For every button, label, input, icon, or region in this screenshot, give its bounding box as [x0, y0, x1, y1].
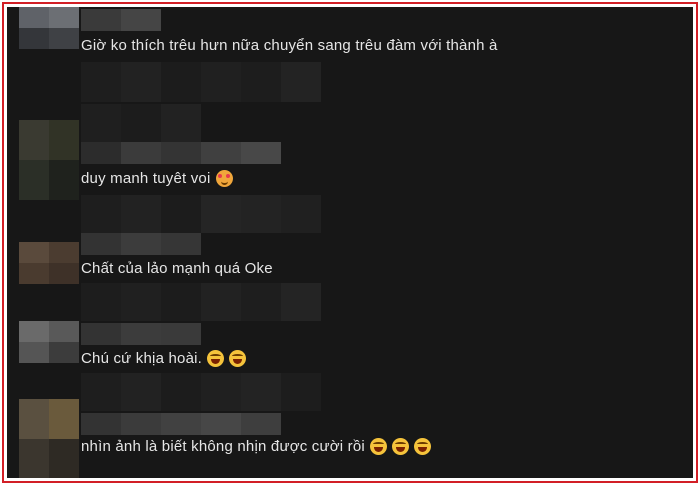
- blurred-username: [81, 323, 201, 345]
- comment-text: duy manh tuyêt voi: [81, 170, 233, 187]
- laughing-face-icon: [369, 438, 387, 455]
- avatar[interactable]: [19, 7, 79, 49]
- screenshot-frame: Giờ ko thích trêu hưn nữa chuyển sang tr…: [2, 2, 698, 483]
- blurred-username: [81, 142, 281, 164]
- comment-text: Giờ ko thích trêu hưn nữa chuyển sang tr…: [81, 37, 498, 54]
- blurred-content: [81, 195, 321, 233]
- laughing-face-icon: [207, 350, 225, 367]
- avatar[interactable]: [19, 321, 79, 363]
- laughing-face-icon: [391, 438, 409, 455]
- blurred-content: [81, 373, 321, 411]
- laughing-face-icon: [413, 438, 431, 455]
- blurred-username: [81, 233, 201, 255]
- comments-panel: Giờ ko thích trêu hưn nữa chuyển sang tr…: [7, 7, 693, 478]
- blurred-content: [81, 283, 321, 321]
- avatar[interactable]: [19, 120, 79, 200]
- comment-text: Chú cứ khịa hoài.: [81, 350, 247, 367]
- blurred-content: [81, 62, 321, 102]
- smiling-face-with-hearts-icon: [215, 170, 233, 187]
- avatar[interactable]: [19, 242, 79, 284]
- laughing-face-icon: [229, 350, 247, 367]
- avatar[interactable]: [19, 399, 79, 478]
- blurred-username: [81, 413, 281, 435]
- comment-text: nhìn ảnh là biết không nhịn được cười rồ…: [81, 438, 431, 455]
- comment-text: Chất của lảo mạnh quá Oke: [81, 260, 273, 277]
- blurred-username: [81, 9, 161, 31]
- blurred-username: [81, 104, 201, 142]
